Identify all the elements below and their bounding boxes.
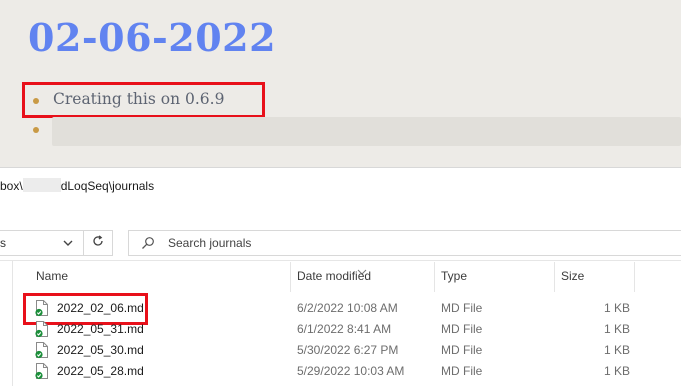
column-header-name[interactable]: Name <box>36 269 68 293</box>
sync-check-icon <box>35 329 43 338</box>
search-placeholder: Search journals <box>168 236 252 250</box>
path-suffix: dLoqSeq\journals <box>60 179 155 193</box>
file-size: 1 KB <box>604 301 631 315</box>
file-name: 2022_05_30.md <box>57 343 144 357</box>
file-name: 2022_05_28.md <box>57 364 144 378</box>
column-separator[interactable] <box>634 262 635 292</box>
file-type: MD File <box>441 364 483 378</box>
address-bar[interactable]: s <box>0 230 84 256</box>
chevron-down-icon[interactable] <box>61 234 75 255</box>
md-file-icon <box>35 320 49 341</box>
redacted-path-segment <box>22 178 61 192</box>
file-date: 6/1/2022 8:41 AM <box>297 322 392 336</box>
md-file-icon <box>35 341 49 362</box>
column-separator[interactable] <box>290 262 291 292</box>
search-input[interactable]: Search journals <box>128 230 681 256</box>
file-list: Name Date modified Type Size 2022_02_06.… <box>0 261 681 386</box>
search-icon <box>141 236 155 253</box>
file-row[interactable]: 2022_05_30.md 5/30/2022 6:27 PM MD File … <box>0 340 681 361</box>
file-size: 1 KB <box>604 343 631 357</box>
block-editor[interactable] <box>52 117 681 146</box>
file-type: MD File <box>441 343 483 357</box>
file-size: 1 KB <box>604 364 631 378</box>
refresh-button[interactable] <box>84 230 113 256</box>
journal-page: 02-06-2022 Creating this on 0.6.9 <box>0 0 681 167</box>
path-prefix: box\ <box>0 179 23 193</box>
refresh-icon <box>91 234 105 253</box>
column-header-date[interactable]: Date modified <box>297 269 371 293</box>
file-row[interactable]: 2022_05_28.md 5/29/2022 10:03 AM MD File… <box>0 361 681 382</box>
address-toolbar: s Search journals <box>0 224 681 261</box>
address-bar-text: s <box>0 236 6 250</box>
file-name: 2022_05_31.md <box>57 322 144 336</box>
file-type: MD File <box>441 322 483 336</box>
column-header-size[interactable]: Size <box>561 269 584 293</box>
md-file-icon <box>35 362 49 383</box>
column-separator[interactable] <box>434 262 435 292</box>
column-separator[interactable] <box>554 262 555 292</box>
sync-check-icon <box>35 371 43 380</box>
file-date: 5/30/2022 6:27 PM <box>297 343 399 357</box>
column-header-type[interactable]: Type <box>441 269 467 293</box>
journal-title[interactable]: 02-06-2022 <box>28 15 276 60</box>
sync-check-icon <box>35 350 43 359</box>
file-size: 1 KB <box>604 322 631 336</box>
block-bullet[interactable] <box>33 127 39 133</box>
file-type: MD File <box>441 301 483 315</box>
file-date: 5/29/2022 10:03 AM <box>297 364 405 378</box>
annotation-highlight <box>22 82 265 118</box>
file-explorer-window: box\ dLoqSeq\journals s Search journals N… <box>0 167 681 386</box>
window-path: box\ dLoqSeq\journals <box>0 178 154 196</box>
file-row[interactable]: 2022_05_31.md 6/1/2022 8:41 AM MD File 1… <box>0 319 681 340</box>
file-date: 6/2/2022 10:08 AM <box>297 301 398 315</box>
